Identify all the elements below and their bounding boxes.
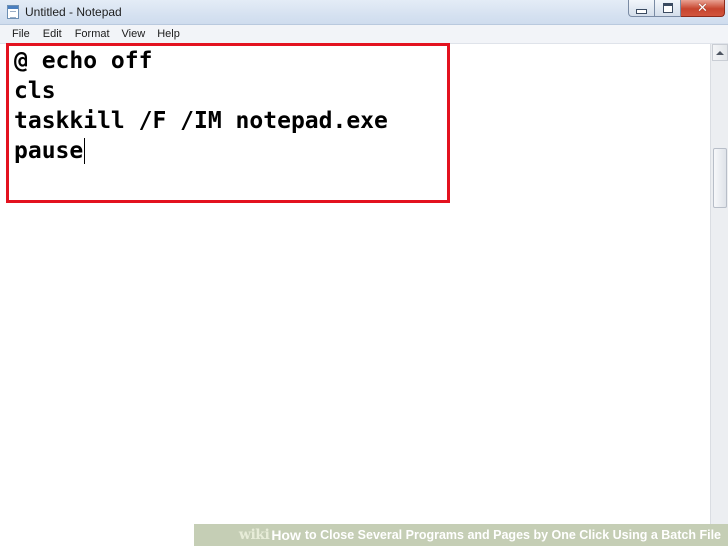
caption-how: How — [271, 527, 301, 543]
code-line-with-caret: pause — [14, 137, 86, 165]
caption-text: to Close Several Programs and Pages by O… — [304, 528, 721, 542]
notepad-app-icon[interactable] — [7, 5, 19, 19]
scroll-up-button[interactable] — [712, 44, 728, 61]
menu-file[interactable]: File — [12, 28, 30, 40]
text-caret — [84, 138, 86, 164]
title-bar[interactable]: Untitled - Notepad ✕ — [0, 0, 728, 25]
menu-format[interactable]: Format — [75, 28, 110, 40]
vertical-scrollbar[interactable] — [710, 44, 728, 524]
minimize-icon — [636, 8, 647, 14]
wiki-logo: wiki — [238, 527, 270, 543]
code-line: cls — [14, 78, 56, 104]
caption-banner: wiki How to Close Several Programs and P… — [194, 524, 728, 546]
text-editor-area[interactable]: @ echo off cls taskkill /F /IM notepad.e… — [0, 44, 710, 524]
window-title: Untitled - Notepad — [25, 5, 122, 19]
code-line: taskkill /F /IM notepad.exe — [14, 108, 388, 134]
code-line: @ echo off — [14, 48, 153, 74]
menu-view[interactable]: View — [122, 28, 146, 40]
menu-bar: File Edit Format View Help — [0, 25, 728, 44]
minimize-button[interactable] — [628, 0, 655, 17]
menu-edit[interactable]: Edit — [43, 28, 62, 40]
scroll-thumb[interactable] — [713, 148, 727, 208]
arrow-up-icon — [716, 50, 724, 55]
code-line-text: pause — [14, 138, 84, 164]
notepad-window: Untitled - Notepad ✕ File Edit Format Vi… — [0, 0, 728, 546]
maximize-button[interactable] — [655, 0, 681, 17]
close-button[interactable]: ✕ — [681, 0, 725, 17]
close-icon: ✕ — [697, 0, 708, 16]
menu-help[interactable]: Help — [157, 28, 180, 40]
maximize-icon — [662, 3, 673, 13]
